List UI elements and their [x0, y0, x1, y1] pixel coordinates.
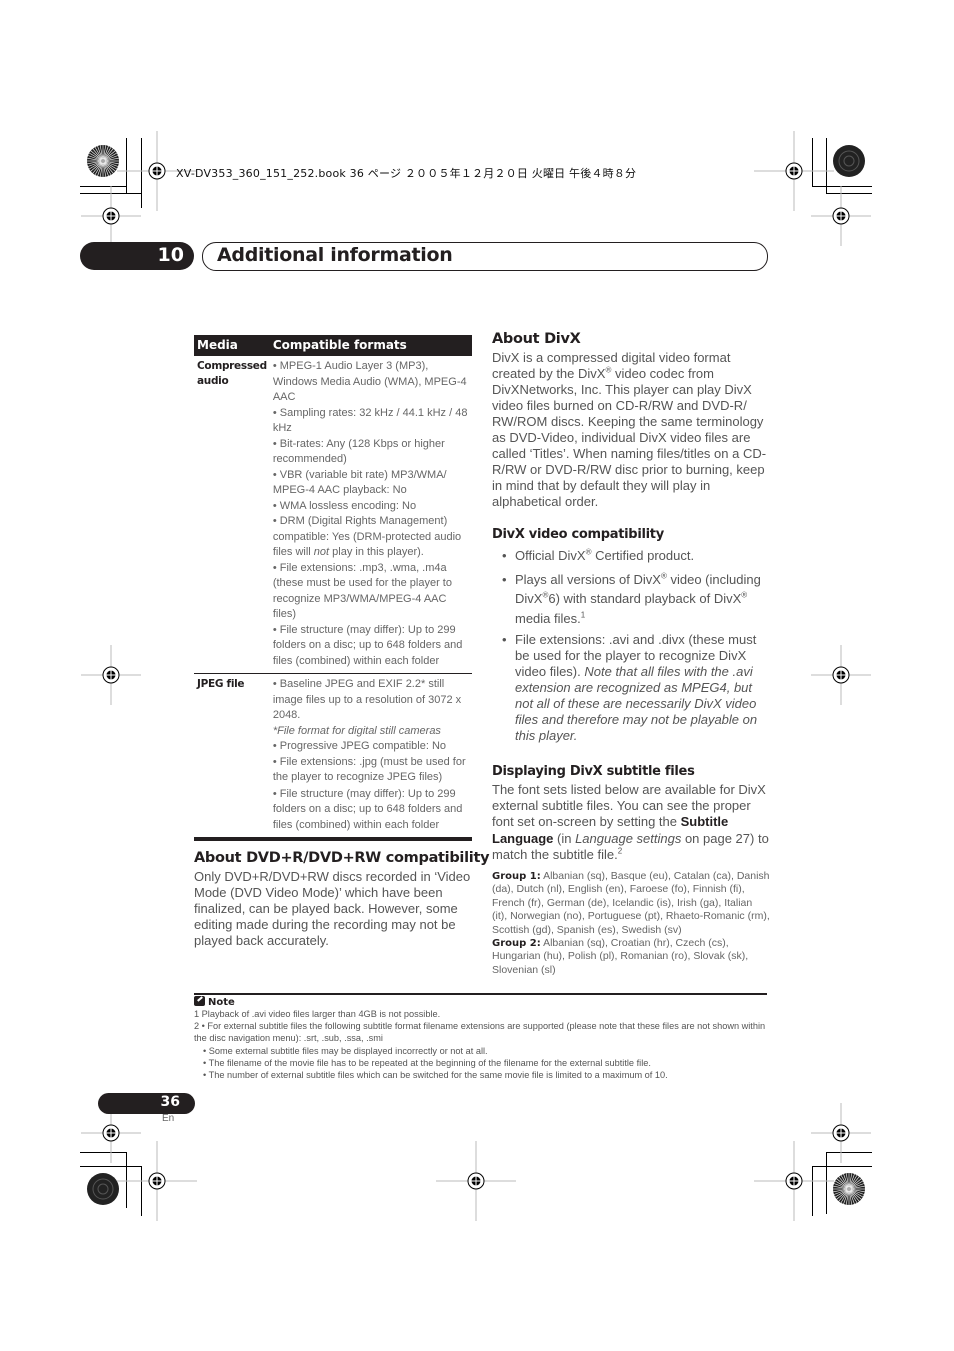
font-group-2: Group 2: Albanian (sq), Croatian (hr), C…: [492, 937, 770, 977]
format-item: • File extensions: .mp3, .wma, .m4a (the…: [272, 561, 452, 621]
color-bar-starburst-icon: [833, 145, 865, 177]
format-item: • File structure (may differ): Up to 299…: [272, 623, 463, 667]
dvd-plus-r-heading: About DVD+R/DVD+RW compatibility: [194, 850, 490, 866]
menu-reference: Language settings: [575, 830, 682, 846]
list-text: 6) with standard playback of DivX: [548, 591, 742, 606]
page-number-tab: 36: [98, 1093, 195, 1114]
list-text: Certified product.: [591, 548, 695, 563]
group-label: Group 1:: [492, 871, 541, 882]
footnotes: 1 Playback of .avi video files larger th…: [194, 1008, 769, 1081]
chapter-title-box: Additional information: [202, 242, 768, 271]
format-item: • Bit-rates: Any (128 Kbps or higher rec…: [272, 437, 445, 466]
about-divx-body: DivX is a compressed digital video forma…: [492, 350, 768, 510]
chapter-number-tab: 10: [80, 242, 194, 270]
note-heading: Note: [194, 996, 235, 1008]
format-item: • WMA lossless encoding: No: [272, 499, 417, 512]
footnote: • Some external subtitle files may be di…: [203, 1045, 488, 1056]
format-item: • File structure (may differ): Up to 299…: [272, 787, 463, 831]
note-title: Note: [208, 997, 235, 1008]
registration-mark-icon: [81, 186, 141, 246]
footnote: • The filename of the movie file has to …: [203, 1057, 651, 1068]
list-text: media files.: [515, 610, 581, 626]
format-item: • VBR (variable bit rate) MP3/WMA/ MPEG-…: [272, 468, 447, 497]
about-divx-heading: About DivX: [492, 331, 581, 347]
format-item: • DRM (Digital Rights Management) compat…: [273, 514, 469, 561]
footnote: 1 Playback of .avi video files larger th…: [194, 1009, 441, 1019]
registration-mark-icon: [117, 1141, 197, 1221]
font-group-1: Group 1: Albanian (sq), Basque (eu), Cat…: [492, 870, 770, 937]
chapter-number: 10: [157, 244, 184, 266]
subtitle-heading: Displaying DivX subtitle files: [492, 764, 695, 779]
formats-cell: • MPEG-1 Audio Layer 3 (MP3), Windows Me…: [269, 356, 472, 674]
column-header-formats: Compatible formats: [269, 335, 472, 356]
media-type-cell: Compressed audio: [194, 356, 270, 674]
footnote-ref-2[interactable]: 2: [618, 846, 622, 855]
format-item-text: play in this player).: [329, 546, 424, 558]
list-item: Plays all versions of DivX® video (inclu…: [492, 570, 768, 629]
divx-compat-heading: DivX video compatibility: [492, 527, 664, 542]
format-item: • Baseline JPEG and EXIF 2.2* still imag…: [272, 678, 462, 721]
font-groups: Group 1: Albanian (sq), Basque (eu), Cat…: [492, 870, 770, 977]
list-item: File extensions: .avi and .divx (these m…: [492, 632, 768, 744]
group-label: Group 2:: [492, 938, 541, 950]
registration-mark-icon: [811, 645, 871, 705]
footnote-ref-1[interactable]: 1: [581, 610, 585, 619]
dvd-plus-r-body: Only DVD+R/DVD+RW discs recorded in ‘Vid…: [194, 869, 471, 948]
list-text: Plays all versions of DivX: [515, 571, 661, 587]
format-item: • Progressive JPEG compatible: No: [272, 740, 447, 752]
color-bar-starburst-icon: [87, 145, 119, 177]
compatible-formats-table: Media Compatible formats Compressed audi…: [194, 335, 472, 841]
pencil-note-icon: [194, 996, 205, 1006]
subtitle-body: The font sets listed below are available…: [492, 782, 770, 863]
column-header-media: Media: [194, 335, 270, 356]
chapter-title: Additional information: [217, 244, 453, 266]
registered-mark: ®: [741, 590, 748, 600]
format-item: • Sampling rates: 32 kHz / 44.1 kHz / 48…: [272, 406, 468, 435]
divx-compat-list: Official DivX® Certified product. Plays …: [492, 546, 768, 748]
color-bar-starburst-icon: [87, 1173, 119, 1205]
list-text: Official DivX: [515, 548, 586, 563]
registration-mark-icon: [81, 645, 141, 705]
formats-cell: • Baseline JPEG and EXIF 2.2* still imag…: [269, 673, 472, 841]
body-text: (in: [553, 830, 576, 846]
format-item-emphasis: not: [313, 546, 330, 558]
registration-mark-icon: [754, 1141, 834, 1221]
media-type-cell: JPEG file: [194, 673, 270, 841]
color-bar-starburst-icon: [833, 1173, 865, 1205]
registration-mark-icon: [436, 1141, 516, 1221]
table-row: JPEG file • Baseline JPEG and EXIF 2.2* …: [194, 673, 472, 841]
table-header-row: Media Compatible formats: [194, 335, 472, 356]
page-number: 36: [160, 1094, 180, 1110]
list-item: Official DivX® Certified product.: [492, 546, 768, 566]
format-footnote: *File format for digital still cameras: [272, 724, 441, 737]
format-item: • MPEG-1 Audio Layer 3 (MP3), Windows Me…: [272, 360, 467, 403]
body-text: video codec from DivXNetworks, Inc. This…: [492, 366, 767, 509]
note-divider: [194, 993, 767, 995]
footnote: • The number of external subtitle files …: [203, 1070, 668, 1081]
registration-mark-icon: [811, 186, 871, 246]
page-language: En: [162, 1113, 175, 1124]
footnote: 2 • For external subtitle files the foll…: [194, 1021, 766, 1044]
print-file-info: XV-DV353_360_151_252.book 36 ページ ２００５年１２…: [176, 167, 637, 180]
table-row: Compressed audio • MPEG-1 Audio Layer 3 …: [194, 356, 472, 674]
format-item: • File extensions: .jpg (must be used fo…: [272, 755, 466, 784]
